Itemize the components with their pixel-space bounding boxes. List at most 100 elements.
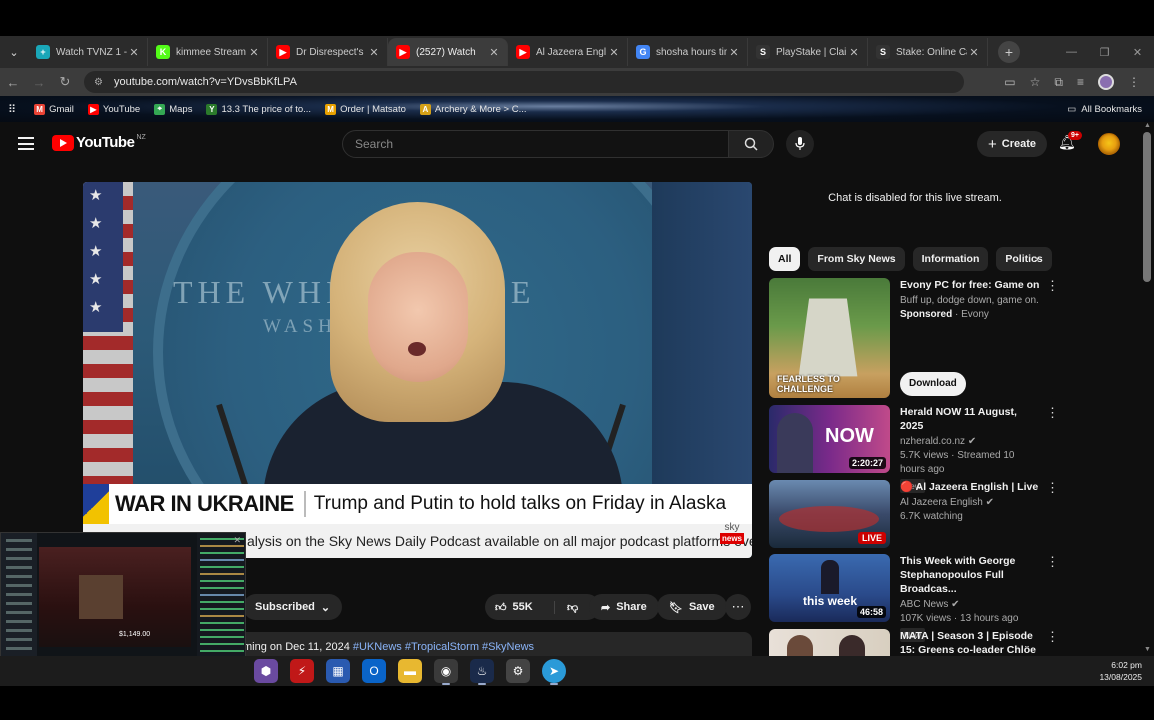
video-title[interactable]: Al Jazeera English | Live <box>916 481 1039 493</box>
browser-tab[interactable]: S PlayStake | Claim ✕ <box>748 38 868 66</box>
overlay-close-icon[interactable]: ✕ <box>233 535 241 546</box>
tab-close-icon[interactable]: ✕ <box>247 46 261 59</box>
search-input[interactable]: Search <box>342 130 730 158</box>
filter-chip[interactable]: Information <box>912 247 989 271</box>
search-button[interactable] <box>728 130 774 158</box>
channel-name[interactable]: Al Jazeera English <box>900 497 983 508</box>
dislike-button[interactable]: 👎︎ <box>555 601 578 614</box>
new-tab-button[interactable]: + <box>998 41 1020 63</box>
taskbar-lightning-icon[interactable]: ⚡︎ <box>290 659 314 683</box>
taskbar-chrome-icon[interactable]: ◉ <box>434 659 458 685</box>
profile-avatar[interactable] <box>1098 74 1114 90</box>
close-window-icon[interactable]: ✕ <box>1121 36 1154 68</box>
tab-close-icon[interactable]: ✕ <box>487 46 501 59</box>
chips-next-icon[interactable]: › <box>1034 250 1039 266</box>
channel-name[interactable]: ABC News <box>900 599 948 610</box>
tab-close-icon[interactable]: ✕ <box>967 46 981 59</box>
bookmark-item[interactable]: A Archery & More > C... <box>419 103 527 115</box>
extensions-icon[interactable]: ⧉ <box>1054 75 1063 90</box>
bookmark-item[interactable]: Y 13.3 The price of to... <box>206 103 311 115</box>
bookmark-item[interactable]: M Order | Matsato <box>325 103 406 115</box>
browser-tab[interactable]: ▶ Dr Disrespect's B ✕ <box>268 38 388 66</box>
more-options-icon[interactable]: ⋮ <box>1046 278 1059 294</box>
tab-close-icon[interactable]: ✕ <box>607 46 621 59</box>
taskbar-steam-icon[interactable]: ♨ <box>470 659 494 685</box>
bookmark-item[interactable]: ⌖ Maps <box>154 103 192 115</box>
tab-search-button[interactable]: ⌄ <box>0 38 28 66</box>
tab-close-icon[interactable]: ✕ <box>847 46 861 59</box>
voice-search-button[interactable] <box>786 130 814 158</box>
maximize-icon[interactable]: ❐ <box>1088 36 1121 68</box>
youtube-logo[interactable]: YouTube NZ <box>52 134 146 151</box>
video-title[interactable]: Herald NOW 11 August, 2025 <box>900 405 1040 433</box>
bookmark-item[interactable]: ▶ YouTube <box>87 103 140 115</box>
site-info-icon[interactable]: ⚙ <box>94 77 108 88</box>
page-scrollbar[interactable] <box>1143 132 1151 282</box>
more-actions-button[interactable]: ⋯ <box>725 594 751 620</box>
account-avatar[interactable] <box>1098 133 1120 155</box>
video-thumbnail[interactable]: NOW 2:20:27 <box>769 405 890 473</box>
video-thumbnail[interactable] <box>769 629 890 656</box>
browser-tab[interactable]: Gshosha hours tim ✕ <box>628 38 748 66</box>
forward-icon[interactable]: → <box>26 75 52 90</box>
minimize-icon[interactable]: — <box>1055 36 1088 68</box>
bookmark-favicon-icon: M <box>325 103 337 115</box>
browser-tab[interactable]: ▶ Al Jazeera Engl ✕ <box>508 38 628 66</box>
system-clock[interactable]: 6:02 pm 13/08/2025 <box>1099 659 1142 683</box>
notifications-button[interactable]: 🔔︎ 9+ <box>1058 131 1082 154</box>
browser-tab[interactable]: + Watch TVNZ 1 - F✕ <box>28 38 148 66</box>
filter-chip[interactable]: Politics <box>996 247 1052 271</box>
ad-thumbnail[interactable]: FEARLESS TO CHALLENGE <box>769 278 890 398</box>
taskbar-settings-icon[interactable]: ⚙ <box>506 659 530 683</box>
video-player[interactable]: THE WHITE HOUSE WASHINGTON ★★★★★ WAR IN … <box>83 182 752 558</box>
recommendation-item[interactable]: MATA | Season 3 | Episode 15: Greens co-… <box>769 629 1059 656</box>
scroll-up-arrow[interactable]: ▲ <box>1144 122 1151 129</box>
verified-icon: ✔︎ <box>951 599 960 610</box>
more-options-icon[interactable]: ⋮ <box>1046 405 1059 421</box>
more-options-icon[interactable]: ⋮ <box>1046 629 1059 645</box>
browser-tab[interactable]: S Stake: Online Cas✕ <box>868 38 988 66</box>
browser-tab[interactable]: ▶ (2527) Watch ✕ <box>388 38 508 66</box>
share-button[interactable]: ➦ Share <box>589 594 659 620</box>
video-title[interactable]: This Week with George Stephanopoulos Ful… <box>900 554 1040 596</box>
cast-icon[interactable]: ▭ <box>1004 75 1015 89</box>
create-button[interactable]: + Create <box>977 131 1047 157</box>
chrome-menu-icon[interactable]: ⋮ <box>1128 75 1140 89</box>
video-thumbnail[interactable]: this week 46:58 <box>769 554 890 622</box>
back-icon[interactable]: ← <box>0 75 26 90</box>
like-button[interactable]: 👍︎ 55K <box>485 600 555 614</box>
taskbar-app-icon[interactable]: ⬢ <box>254 659 278 683</box>
bookmark-favicon-icon: A <box>419 103 431 115</box>
video-thumbnail[interactable]: LIVE <box>769 480 890 548</box>
more-options-icon[interactable]: ⋮ <box>1046 480 1059 496</box>
more-options-icon[interactable]: ⋮ <box>1046 554 1059 570</box>
browser-tab[interactable]: Kkimmee Stream - ✕ <box>148 38 268 66</box>
recommendation-item[interactable]: LIVE 🔴 Al Jazeera English | Live Al Jaze… <box>769 480 1059 548</box>
taskbar-telegram-icon[interactable]: ➤ <box>542 659 566 685</box>
tab-close-icon[interactable]: ✕ <box>367 46 381 59</box>
taskbar-store-icon[interactable]: ▦ <box>326 659 350 683</box>
apps-grid-icon[interactable]: ⠿ <box>8 103 16 116</box>
reading-list-icon[interactable]: ≡ <box>1077 75 1084 89</box>
url-bar[interactable]: ⚙ youtube.com/watch?v=YDvsBbKfLPA <box>84 71 964 93</box>
save-button[interactable]: 🔖︎ Save <box>657 594 727 620</box>
description-hashtags[interactable]: #UKNews #TropicalStorm #SkyNews <box>353 641 534 653</box>
ad-title[interactable]: Evony PC for free: Game on <box>900 278 1040 292</box>
tab-close-icon[interactable]: ✕ <box>127 46 141 59</box>
video-title[interactable]: MATA | Season 3 | Episode 15: Greens co-… <box>900 629 1040 656</box>
channel-name[interactable]: nzherald.co.nz <box>900 436 965 447</box>
taskbar-file-explorer-icon[interactable]: ▬ <box>398 659 422 683</box>
subscribed-button[interactable]: Subscribed ⌄ <box>243 594 343 620</box>
scroll-down-arrow[interactable]: ▼ <box>1144 646 1151 653</box>
tab-close-icon[interactable]: ✕ <box>727 46 741 59</box>
all-bookmarks-button[interactable]: ▭ All Bookmarks <box>1067 96 1142 122</box>
filter-chip[interactable]: From Sky News <box>808 247 905 271</box>
reload-icon[interactable]: ↻ <box>52 74 78 90</box>
filter-chip[interactable]: All <box>769 247 801 271</box>
recommendation-sponsored[interactable]: FEARLESS TO CHALLENGE Evony PC for free:… <box>769 278 1059 398</box>
bookmark-item[interactable]: M Gmail <box>34 103 74 115</box>
bookmark-star-icon[interactable]: ☆ <box>1030 75 1041 89</box>
download-button[interactable]: Download <box>900 372 966 396</box>
menu-icon[interactable] <box>18 137 34 154</box>
taskbar-outlook-icon[interactable]: O <box>362 659 386 683</box>
